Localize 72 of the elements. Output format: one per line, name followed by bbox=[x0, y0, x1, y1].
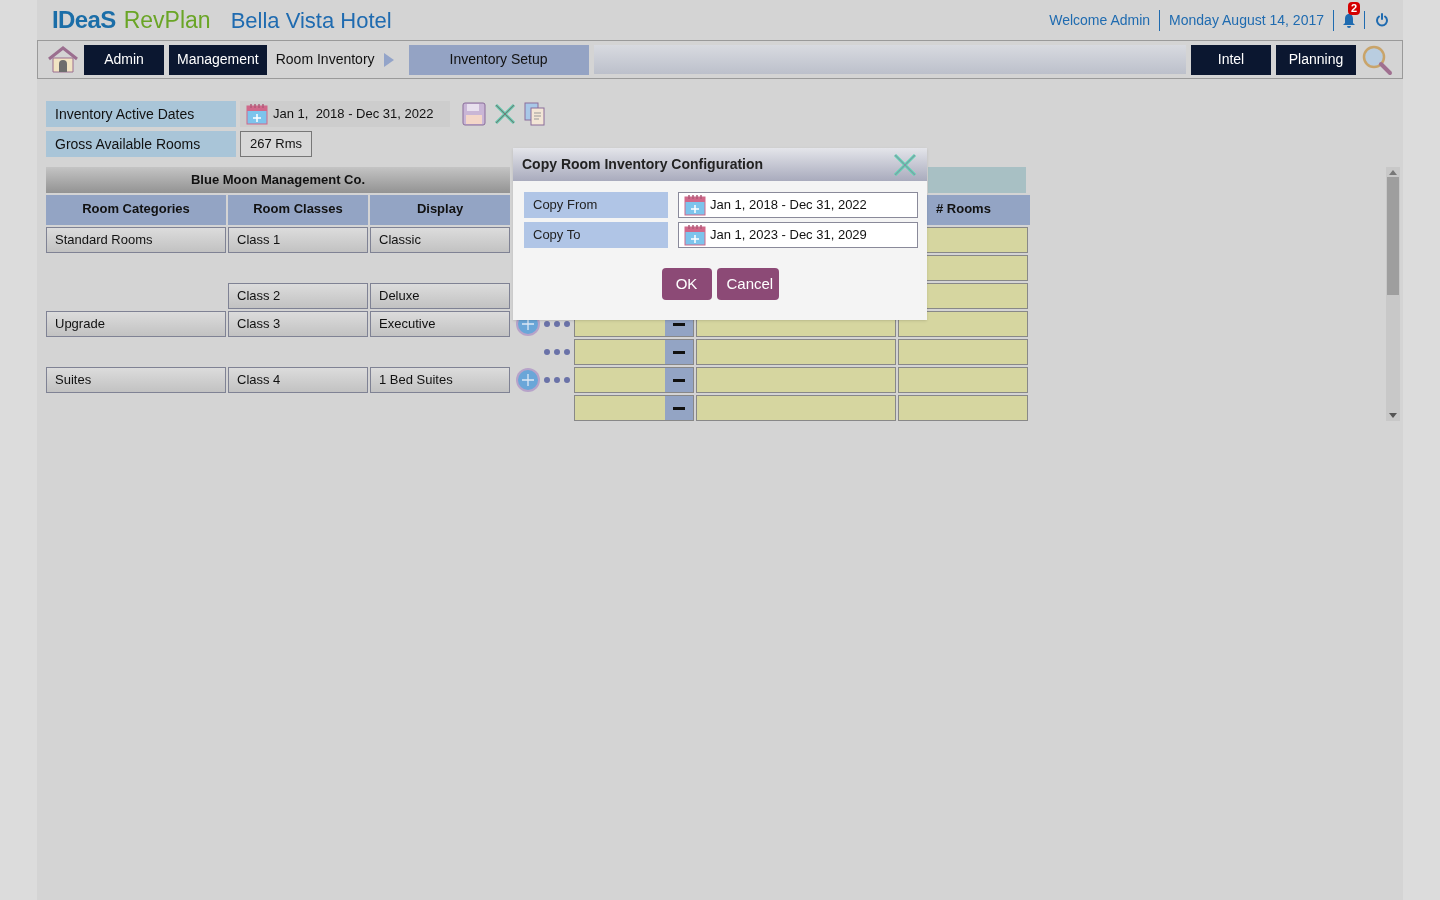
date-range-field[interactable]: Jan 1, 2018 - Dec 31, 2022 bbox=[678, 192, 918, 218]
setting-label: Gross Available Rooms bbox=[46, 131, 236, 157]
column-header: Display bbox=[370, 195, 510, 225]
minus-icon[interactable] bbox=[673, 378, 685, 382]
cancel-button[interactable]: Cancel bbox=[716, 268, 779, 300]
nav-button[interactable]: Planning bbox=[1276, 44, 1356, 75]
minus-icon[interactable] bbox=[673, 406, 685, 410]
group-header: Blue Moon Management Co. bbox=[46, 167, 510, 193]
input-field[interactable] bbox=[574, 395, 694, 421]
nav-button[interactable]: Intel bbox=[1191, 44, 1271, 75]
setting-label: Inventory Active Dates bbox=[46, 101, 236, 127]
value-field: 267 Rms bbox=[240, 131, 313, 157]
nav-tab[interactable]: Inventory Setup bbox=[408, 44, 589, 75]
search-icon[interactable] bbox=[1361, 43, 1393, 76]
input-field[interactable] bbox=[696, 367, 896, 393]
scroll-up-icon[interactable] bbox=[1389, 170, 1397, 175]
input-field[interactable] bbox=[696, 395, 896, 421]
save-icon[interactable] bbox=[462, 102, 486, 126]
field-label: Copy From bbox=[524, 192, 668, 218]
input-field[interactable] bbox=[574, 367, 694, 393]
input-field[interactable] bbox=[574, 339, 694, 365]
table-cell[interactable]: Upgrade bbox=[46, 311, 226, 337]
date-text: Monday August 14, 2017 bbox=[1160, 9, 1334, 31]
table-cell[interactable]: Executive bbox=[370, 311, 510, 337]
nav-button[interactable]: Management bbox=[169, 44, 267, 75]
input-field[interactable] bbox=[696, 339, 896, 365]
table-cell[interactable]: Standard Rooms bbox=[46, 227, 226, 253]
table-cell[interactable]: Deluxe bbox=[370, 283, 510, 309]
home-icon[interactable] bbox=[47, 45, 79, 74]
column-header: Room Classes bbox=[228, 195, 368, 225]
field-label: Copy To bbox=[524, 222, 668, 248]
input-field[interactable] bbox=[898, 367, 1028, 393]
notification-badge: 2 bbox=[1348, 2, 1361, 15]
arrow-icon bbox=[383, 52, 394, 67]
add-icon[interactable] bbox=[515, 367, 541, 393]
date-range-field[interactable]: Jan 1, 2018 - Dec 31, 2022 bbox=[240, 101, 450, 127]
table-cell[interactable]: Class 3 bbox=[228, 311, 368, 337]
logo-text: RevPlan bbox=[123, 5, 211, 35]
minus-icon[interactable] bbox=[673, 350, 685, 354]
table-cell[interactable]: Class 4 bbox=[228, 367, 368, 393]
ok-button[interactable]: OK bbox=[661, 268, 712, 300]
minus-icon[interactable] bbox=[673, 322, 685, 326]
power-icon[interactable] bbox=[1375, 13, 1389, 27]
welcome-text: Welcome Admin bbox=[1049, 9, 1161, 31]
close-icon[interactable] bbox=[494, 103, 516, 125]
scrollbar-thumb[interactable] bbox=[1387, 177, 1399, 295]
logo-text: IDeaS bbox=[52, 5, 116, 35]
more-icon[interactable] bbox=[544, 349, 570, 355]
table-cell[interactable]: Class 1 bbox=[228, 227, 368, 253]
table-cell[interactable]: Classic bbox=[370, 227, 510, 253]
nav-button[interactable]: Admin bbox=[84, 44, 164, 75]
more-icon[interactable] bbox=[544, 377, 570, 383]
bell-icon[interactable] bbox=[1342, 12, 1356, 28]
table-cell[interactable]: Suites bbox=[46, 367, 226, 393]
input-field[interactable] bbox=[898, 339, 1028, 365]
calendar-icon[interactable] bbox=[684, 224, 706, 246]
hotel-name: Bella Vista Hotel bbox=[230, 6, 392, 35]
input-field[interactable] bbox=[898, 311, 1028, 337]
breadcrumb-link[interactable]: Room Inventory bbox=[271, 49, 379, 70]
input-field[interactable] bbox=[898, 395, 1028, 421]
calendar-icon[interactable] bbox=[246, 103, 268, 125]
scroll-down-icon[interactable] bbox=[1389, 413, 1397, 418]
more-icon[interactable] bbox=[544, 321, 570, 327]
calendar-icon[interactable] bbox=[684, 194, 706, 216]
date-range-field[interactable]: Jan 1, 2023 - Dec 31, 2029 bbox=[678, 222, 918, 248]
table-cell[interactable]: Class 2 bbox=[228, 283, 368, 309]
copy-icon[interactable] bbox=[524, 102, 546, 126]
column-header: Room Categories bbox=[46, 195, 226, 225]
close-icon[interactable] bbox=[893, 152, 917, 177]
dialog-title: Copy Room Inventory Configuration bbox=[522, 155, 764, 174]
scrollbar[interactable] bbox=[1386, 167, 1400, 421]
table-cell[interactable]: 1 Bed Suites bbox=[370, 367, 510, 393]
